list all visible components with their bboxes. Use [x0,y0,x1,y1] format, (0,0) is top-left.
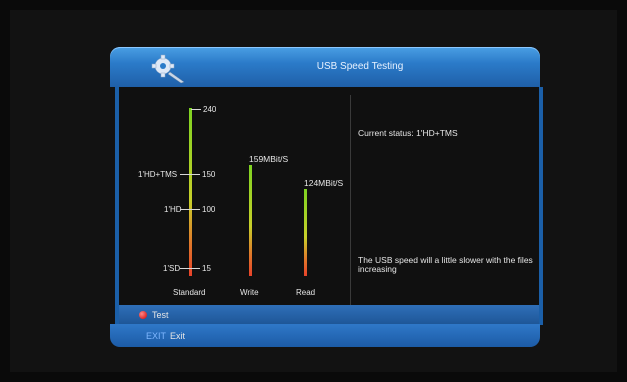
tick-15 [180,268,200,269]
test-label[interactable]: Test [152,310,169,320]
tick-150 [180,174,200,175]
standard-label: Standard [173,288,206,297]
red-dot-icon[interactable] [139,311,147,319]
read-speed-value: 124MBit/S [304,178,344,188]
footer-action-bar [115,305,543,325]
panel-divider [350,95,351,310]
tick-100 [180,209,200,210]
tick-15-value: 15 [202,264,211,273]
current-status-text: Current status: 1'HD+TMS [358,128,458,138]
tick-100-value: 100 [202,205,216,214]
write-speed-value: 159MBit/S [249,154,289,164]
exit-label[interactable]: Exit [170,331,185,341]
usb-speed-dialog: USB Speed Testing [110,47,543,347]
write-label: Write [240,288,259,297]
tick-label-hd: 1'HD [164,205,182,214]
dialog-header: USB Speed Testing [110,47,540,87]
dialog-title: USB Speed Testing [316,61,404,72]
tick-label-hd-tms: 1'HD+TMS [138,170,178,179]
tick-240-value: 240 [203,105,217,114]
gear-icon [151,54,185,84]
standard-bar [189,108,192,276]
write-bar [249,165,252,276]
tick-label-sd: 1'SD [163,264,181,273]
tick-150-value: 150 [202,170,216,179]
exit-key[interactable]: EXIT [146,331,166,341]
read-label: Read [296,288,316,297]
speed-note-text: The USB speed will a little slower with … [358,255,533,274]
tick-240 [191,109,201,110]
read-bar [304,189,307,276]
